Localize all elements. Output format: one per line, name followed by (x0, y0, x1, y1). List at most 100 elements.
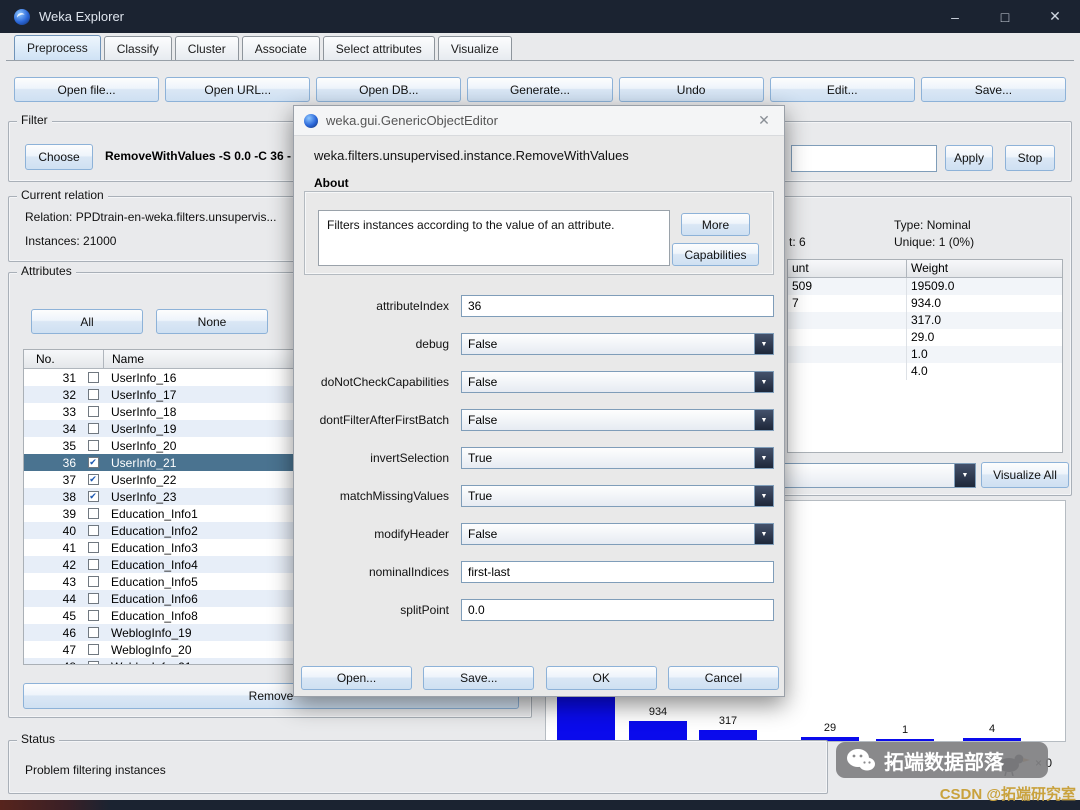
weka-explorer-window: Weka Explorer – □ ✕ Preprocess Classify Cl… (0, 0, 1080, 810)
property-combo-dontfilterafterfirstbatch[interactable]: False ▼ (461, 409, 774, 431)
property-row-dontfilterafterfirstbatch: dontFilterAfterFirstBatch False ▼ (304, 409, 774, 431)
unique-value: 1 (0%) (938, 235, 975, 249)
attribute-checkbox[interactable] (87, 423, 99, 434)
attribute-checkbox[interactable] (87, 593, 99, 604)
open-db-button[interactable]: Open DB... (316, 77, 462, 102)
dialog-open-button[interactable]: Open... (301, 666, 412, 690)
stop-filter-button[interactable]: Stop (1005, 145, 1055, 171)
label-stats-table: unt Weight 509 19509.0 7 934.0 317.0 29.0 1.0 4… (787, 259, 1063, 453)
tab-preprocess[interactable]: Preprocess (14, 35, 101, 60)
attribute-checkbox-cell: ✔ (80, 457, 106, 468)
edit-button[interactable]: Edit... (769, 77, 915, 102)
instances-value: 21000 (83, 234, 117, 248)
attribute-checkbox[interactable] (87, 389, 99, 400)
property-input-attributeindex[interactable]: 36 (461, 295, 774, 317)
attribute-checkbox[interactable] (87, 508, 99, 519)
property-label-dontfilterafterfirstbatch: dontFilterAfterFirstBatch (319, 413, 449, 427)
maximize-button[interactable]: □ (980, 0, 1030, 33)
watermark-badge: 拓端数据部落 (836, 742, 1048, 778)
chevron-down-icon: ▼ (754, 372, 773, 392)
filter-classname: weka.filters.unsupervised.instance.Remov… (314, 148, 629, 163)
attribute-checkbox[interactable] (87, 372, 99, 383)
combo-value: False (468, 337, 498, 351)
attribute-checkbox[interactable]: ✔ (87, 474, 99, 485)
relation-label: Relation: (25, 210, 73, 224)
property-combo-donotcheckcapabilities[interactable]: False ▼ (461, 371, 774, 393)
instances-label: Instances: (25, 234, 80, 248)
chevron-down-icon: ▼ (754, 524, 773, 544)
stats-count-cell (788, 363, 907, 380)
attribute-checkbox[interactable] (87, 661, 99, 664)
about-label: About (314, 176, 349, 190)
histogram-bar-label: 29 (823, 722, 837, 734)
property-combo-invertselection[interactable]: True ▼ (461, 447, 774, 469)
attribute-checkbox[interactable] (87, 576, 99, 587)
attribute-checkbox[interactable]: ✔ (87, 457, 99, 468)
dialog-cancel-button[interactable]: Cancel (667, 666, 779, 690)
attribute-no: 33 (62, 404, 76, 419)
property-input-nominalindices[interactable]: first-last (461, 561, 774, 583)
attribute-checkbox[interactable] (87, 644, 99, 655)
chevron-down-icon: ▼ (754, 410, 773, 430)
capabilities-button[interactable]: Capabilities (672, 243, 759, 266)
attribute-no: 45 (62, 608, 76, 623)
filter-text-field[interactable] (791, 145, 937, 172)
no-column-header: No. (24, 350, 104, 368)
chevron-down-icon: ▼ (954, 464, 975, 487)
attribute-no: 36 (62, 455, 76, 470)
minimize-button[interactable]: – (930, 0, 980, 33)
undo-button[interactable]: Undo (618, 77, 764, 102)
attribute-checkbox-cell: ✔ (80, 491, 106, 502)
attribute-no: 31 (62, 370, 76, 385)
tab-visualize[interactable]: Visualize (437, 36, 512, 60)
attribute-checkbox[interactable] (87, 610, 99, 621)
attribute-checkbox[interactable] (87, 440, 99, 451)
visualize-all-button[interactable]: Visualize All (981, 462, 1069, 488)
attribute-checkbox[interactable] (87, 559, 99, 570)
attribute-checkbox[interactable]: ✔ (87, 491, 99, 502)
combo-value: False (468, 375, 498, 389)
select-none-button[interactable]: None (156, 309, 268, 334)
histogram-bar-label: 934 (648, 706, 668, 718)
dialog-body: weka.filters.unsupervised.instance.Remov… (294, 136, 784, 698)
attribute-checkbox[interactable] (87, 525, 99, 536)
attribute-checkbox-cell (80, 661, 106, 664)
save-button[interactable]: Save... (920, 77, 1066, 102)
apply-filter-button[interactable]: Apply (945, 145, 993, 171)
attribute-checkbox[interactable] (87, 406, 99, 417)
dialog-save-button[interactable]: Save... (423, 666, 535, 690)
property-label-splitpoint: splitPoint (400, 603, 449, 617)
property-label-debug: debug (415, 337, 449, 351)
select-all-button[interactable]: All (31, 309, 143, 334)
tab-select-attributes[interactable]: Select attributes (322, 36, 435, 60)
open-url-button[interactable]: Open URL... (165, 77, 311, 102)
tab-classify[interactable]: Classify (103, 36, 172, 60)
attribute-checkbox-cell (80, 559, 106, 570)
attribute-checkbox[interactable] (87, 542, 99, 553)
combo-value: False (468, 413, 498, 427)
attribute-checkbox[interactable] (87, 627, 99, 638)
status-panel: Status Problem filtering instances (8, 732, 828, 794)
dialog-ok-button[interactable]: OK (545, 666, 657, 690)
open-file-button[interactable]: Open file... (14, 77, 160, 102)
tab-cluster[interactable]: Cluster (174, 36, 239, 60)
attribute-no: 34 (62, 421, 76, 436)
instances-line: Instances: 21000 (25, 234, 116, 248)
property-combo-modifyheader[interactable]: False ▼ (461, 523, 774, 545)
property-combo-matchmissingvalues[interactable]: True ▼ (461, 485, 774, 507)
choose-filter-button[interactable]: Choose (25, 144, 93, 170)
property-row-invertselection: invertSelection True ▼ (304, 447, 774, 469)
attribute-no: 48 (24, 660, 80, 665)
stats-count-cell: 509 (788, 278, 907, 295)
property-combo-debug[interactable]: False ▼ (461, 333, 774, 355)
stats-table-header: unt Weight (788, 260, 1062, 278)
generate-button[interactable]: Generate... (467, 77, 613, 102)
unique-label: Unique: (894, 235, 936, 249)
tab-associate[interactable]: Associate (241, 36, 320, 60)
close-button[interactable]: ✕ (1030, 0, 1080, 33)
more-button[interactable]: More (681, 213, 750, 236)
dialog-close-button[interactable]: ✕ (744, 112, 784, 129)
stats-weight-cell: 1.0 (911, 347, 928, 361)
property-input-splitpoint[interactable]: 0.0 (461, 599, 774, 621)
main-tabbar: Preprocess Classify Cluster Associate Select… (14, 35, 512, 60)
